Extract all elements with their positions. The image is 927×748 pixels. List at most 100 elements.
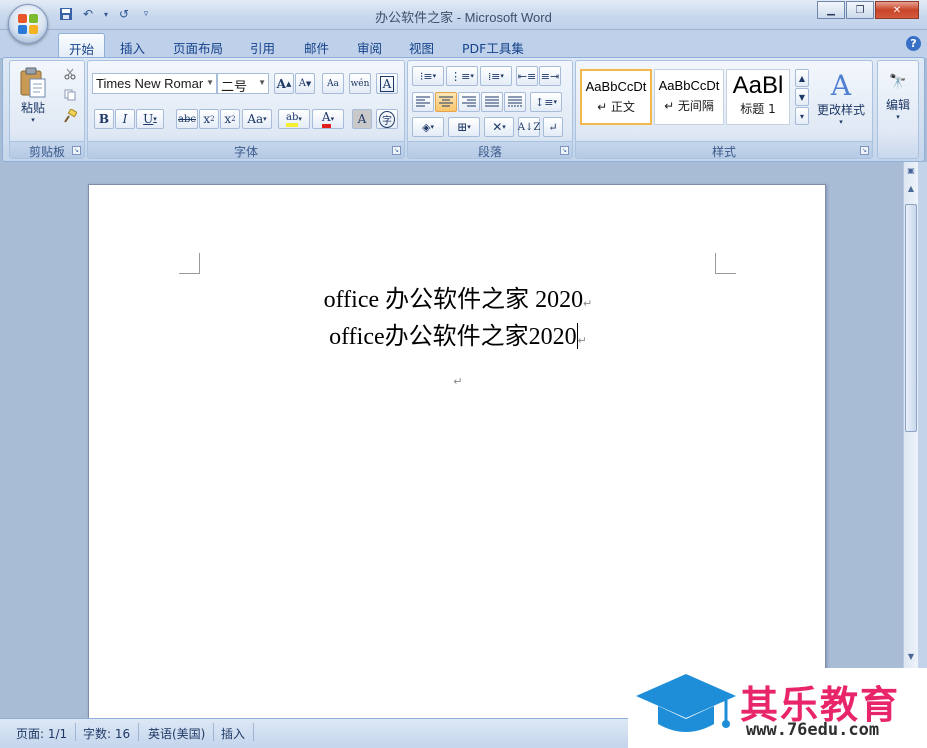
office-button[interactable] [8, 4, 48, 44]
clear-formatting-icon[interactable]: Aa [322, 73, 344, 94]
superscript-button[interactable]: x2 [220, 109, 240, 129]
minimize-button[interactable]: ▁ [817, 1, 845, 19]
style-normal[interactable]: AaBbCcDt ↵ 正文 [580, 69, 652, 125]
tab-insert[interactable]: 插入 [110, 33, 155, 58]
align-right-icon[interactable] [458, 92, 480, 112]
paste-label: 粘贴 [20, 100, 45, 115]
font-name-select[interactable]: Times New Romar ▼ [92, 73, 217, 94]
status-language[interactable]: 英语(美国) [140, 723, 215, 741]
change-styles-dropdown-icon: ▾ [839, 117, 843, 126]
document-page[interactable]: office 办公软件之家 2020↵ office办公软件之家2020↵ ↵ [88, 184, 826, 718]
character-shading-icon[interactable]: A [352, 109, 372, 129]
phonetic-guide-icon[interactable]: wén [349, 73, 371, 94]
tab-references[interactable]: 引用 [240, 33, 285, 58]
character-border-icon[interactable]: A [376, 73, 398, 94]
underline-button[interactable]: U ▾ [136, 109, 164, 129]
justify-icon[interactable] [481, 92, 503, 112]
decrease-indent-icon[interactable]: ⇤≡ [516, 66, 538, 86]
style-heading-1-name: 标题 1 [740, 102, 776, 116]
subscript-button[interactable]: x2 [199, 109, 219, 129]
tab-mailings[interactable]: 邮件 [294, 33, 339, 58]
clipboard-launcher-icon[interactable]: ↘ [72, 146, 81, 155]
title-bar: ↶ ▾ ↺ ▿ 办公软件之家 - Microsoft Word ▁ ❐ ✕ [0, 0, 927, 30]
strikethrough-button[interactable]: abc [176, 109, 198, 129]
tab-home[interactable]: 开始 [58, 33, 106, 58]
format-painter-icon[interactable] [60, 107, 80, 125]
font-size-select[interactable]: 二号 ▼ [217, 73, 269, 94]
scroll-down-icon[interactable]: ▼ [905, 650, 917, 664]
line-spacing-button[interactable]: ↕≡ ▾ [530, 92, 562, 112]
status-page[interactable]: 页面: 1/1 [8, 723, 77, 741]
gallery-more-icon[interactable]: ▾ [795, 107, 809, 125]
status-word-count[interactable]: 字数: 16 [75, 723, 140, 741]
align-center-icon[interactable] [435, 92, 457, 112]
paragraph-group: ⁝≡ ▾ ⋮≡ ▾ ⁞≡ ▾ ⇤≡ ≡⇥ ↕≡ ▾ ◈ ▾ ⊞ ▾ ✕ ▾ A↓Z ↵ 段落 … [407, 60, 573, 159]
font-name-dropdown-icon: ▼ [206, 78, 214, 87]
document-line-1[interactable]: office 办公软件之家 2020↵ [89, 279, 827, 314]
paragraph-launcher-icon[interactable]: ↘ [560, 146, 569, 155]
font-color-button[interactable]: A ▾ [312, 109, 344, 129]
enclose-characters-icon[interactable]: 字 [376, 109, 398, 129]
paste-dropdown-icon: ▾ [31, 115, 35, 124]
multilevel-list-button[interactable]: ⁞≡ ▾ [480, 66, 512, 86]
numbering-button[interactable]: ⋮≡ ▾ [446, 66, 478, 86]
close-button[interactable]: ✕ [875, 1, 919, 19]
scroll-up-icon[interactable]: ▲ [905, 182, 917, 196]
document-line-2-text: office办公软件之家2020 [329, 324, 577, 350]
distributed-icon[interactable] [504, 92, 526, 112]
increase-indent-icon[interactable]: ≡⇥ [539, 66, 561, 86]
tab-page-layout[interactable]: 页面布局 [163, 33, 233, 58]
tab-pdf-tools[interactable]: PDF工具集 [452, 33, 534, 58]
graduation-cap-icon [636, 674, 736, 732]
change-case-button[interactable]: Aa ▾ [242, 109, 272, 129]
editing-button[interactable]: 🔭 编辑 ▾ [880, 65, 916, 129]
font-name-value: Times New Romar [96, 76, 204, 91]
font-size-value: 二号 [221, 79, 248, 94]
shading-button[interactable]: ◈ ▾ [412, 117, 444, 137]
ruler-toggle-icon[interactable]: ▣ [905, 164, 917, 178]
shrink-font-icon[interactable]: A ▼ [295, 73, 315, 94]
paste-icon [20, 67, 46, 97]
paragraph-mark: ↵ [453, 376, 463, 388]
margin-corner-top-right [715, 253, 736, 274]
style-normal-name: ↵ 正文 [597, 100, 635, 114]
paragraph-group-label: 段落 [408, 141, 572, 159]
change-styles-button[interactable]: A 更改样式 ▾ [812, 65, 870, 131]
tab-view[interactable]: 视图 [399, 33, 444, 58]
style-heading-1[interactable]: AaBl 标题 1 [726, 69, 790, 125]
tab-review[interactable]: 审阅 [347, 33, 392, 58]
document-line-2[interactable]: office办公软件之家2020↵ [89, 316, 827, 351]
bold-button[interactable]: B [94, 109, 114, 129]
vertical-scrollbar[interactable]: ▣ ▲ ▼ [903, 162, 918, 718]
styles-launcher-icon[interactable]: ↘ [860, 146, 869, 155]
highlight-button[interactable]: ab ▾ [278, 109, 310, 129]
watermark: 其乐教育 www.76edu.com [628, 668, 927, 748]
document-line-1-text: office 办公软件之家 2020 [323, 287, 584, 313]
borders-button[interactable]: ⊞ ▾ [448, 117, 480, 137]
style-no-spacing[interactable]: AaBbCcDt ↵ 无间隔 [654, 69, 724, 125]
grow-font-icon[interactable]: A ▲ [274, 73, 294, 94]
paste-button[interactable]: 粘贴 ▾ [14, 63, 52, 127]
styles-group: AaBbCcDt ↵ 正文 AaBbCcDt ↵ 无间隔 AaBl 标题 1 ▲… [575, 60, 873, 159]
gallery-scroll-up-icon[interactable]: ▲ [795, 69, 809, 87]
ribbon-tabs: 开始 插入 页面布局 引用 邮件 审阅 视图 PDF工具集 [0, 30, 927, 58]
help-icon[interactable]: ? [906, 36, 921, 51]
style-no-spacing-preview: AaBbCcDt [658, 78, 720, 93]
cut-icon[interactable] [60, 65, 80, 83]
copy-icon[interactable] [60, 86, 80, 104]
maximize-button[interactable]: ❐ [846, 1, 874, 19]
chinese-layout-button[interactable]: ✕ ▾ [484, 117, 514, 137]
font-launcher-icon[interactable]: ↘ [392, 146, 401, 155]
bullets-button[interactable]: ⁝≡ ▾ [412, 66, 444, 86]
align-left-icon[interactable] [412, 92, 434, 112]
scroll-thumb[interactable] [905, 204, 917, 432]
gallery-scroll-down-icon[interactable]: ▼ [795, 88, 809, 106]
styles-group-label: 样式 [576, 141, 872, 159]
status-insert-mode[interactable]: 插入 [213, 723, 255, 741]
document-line-3[interactable]: ↵ [89, 365, 827, 392]
font-group-label: 字体 [88, 141, 404, 159]
italic-button[interactable]: I [115, 109, 135, 129]
window-title: 办公软件之家 - Microsoft Word [375, 10, 552, 25]
show-hide-marks-icon[interactable]: ↵ [543, 117, 563, 137]
sort-icon[interactable]: A↓Z [518, 117, 540, 137]
